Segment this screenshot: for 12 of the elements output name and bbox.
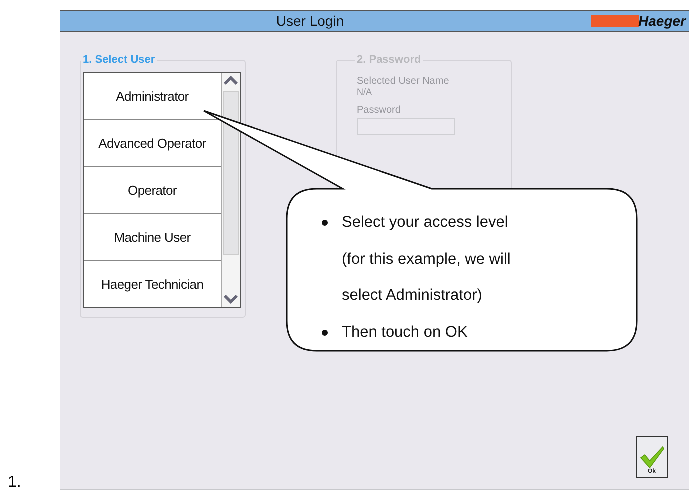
field-label: Password bbox=[357, 105, 402, 116]
instruction-text: Select your access level (for this example, we will select Administrator) bbox=[342, 213, 511, 306]
selected-user-value: N/A bbox=[357, 87, 374, 97]
scroll-bar[interactable] bbox=[221, 73, 240, 307]
logo-bar-icon bbox=[590, 15, 639, 27]
figure-number: 1. bbox=[8, 474, 22, 492]
user-list-item[interactable]: Haeger Technician bbox=[84, 261, 221, 307]
window-title: User Login bbox=[275, 13, 346, 29]
checkmark-icon bbox=[640, 445, 664, 469]
field-label: Selected User Name bbox=[357, 76, 450, 87]
instruction-text: Then touch on OK bbox=[342, 322, 468, 342]
group-legend: 1. Select User bbox=[81, 54, 158, 66]
